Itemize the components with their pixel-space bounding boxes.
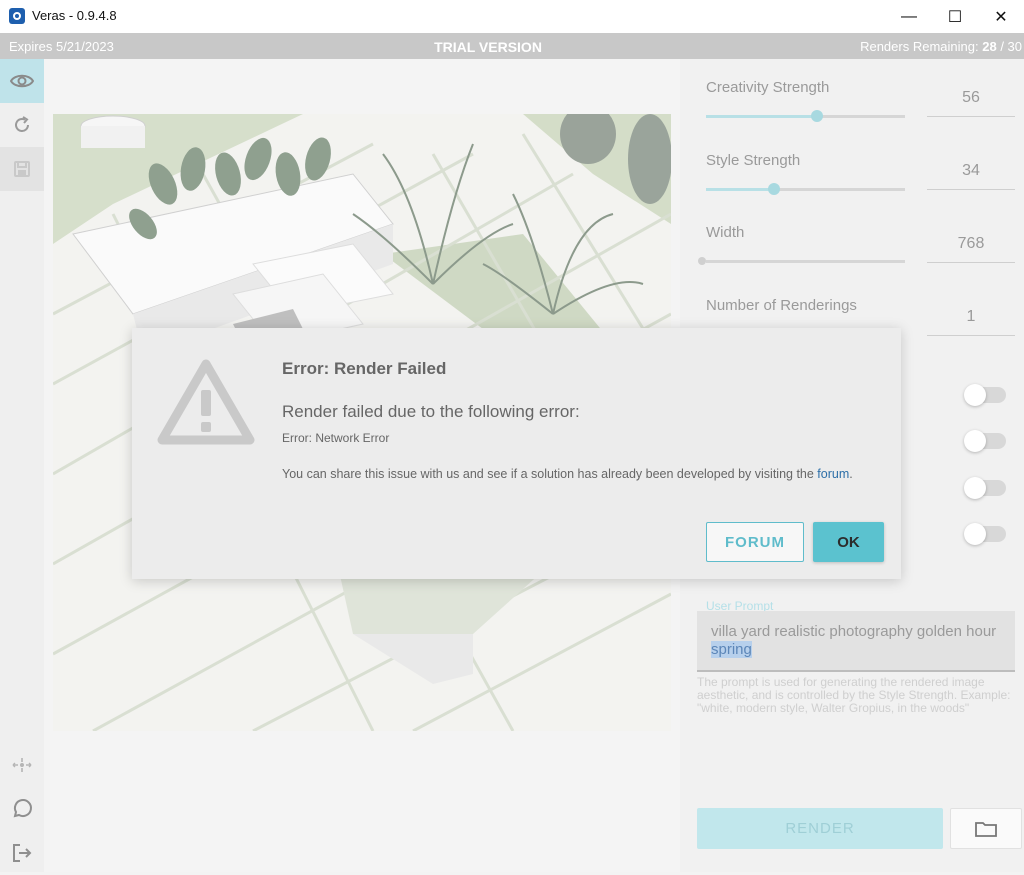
- exit-button[interactable]: [0, 831, 44, 875]
- view-button[interactable]: [0, 59, 44, 103]
- creativity-strength-slider[interactable]: [706, 110, 905, 122]
- close-button[interactable]: ✕: [978, 0, 1024, 33]
- forum-button[interactable]: FORUM: [706, 522, 804, 562]
- user-prompt-text: villa yard realistic photography golden …: [711, 623, 997, 640]
- refresh-icon: [15, 116, 29, 132]
- user-prompt-selection: spring: [711, 641, 752, 658]
- open-folder-button[interactable]: [950, 808, 1022, 849]
- style-strength-slider[interactable]: [706, 183, 905, 195]
- number-of-renderings-value[interactable]: 1: [927, 308, 1015, 336]
- number-of-renderings-label: Number of Renderings: [706, 297, 857, 314]
- app-logo-icon: [9, 8, 25, 24]
- forum-link[interactable]: forum: [817, 467, 849, 481]
- refresh-button[interactable]: [0, 103, 44, 147]
- renders-used: 28: [982, 39, 997, 54]
- maximize-button[interactable]: ☐: [932, 0, 978, 33]
- renders-total: / 30: [1000, 39, 1022, 54]
- renders-remaining-label: Renders Remaining:: [860, 39, 979, 54]
- window-title: Veras - 0.9.4.8: [32, 8, 117, 23]
- dialog-heading: Render failed due to the following error…: [282, 402, 580, 421]
- title-bar: Veras - 0.9.4.8 — ☐ ✕: [0, 0, 1024, 33]
- move-icon: [12, 758, 32, 772]
- option-toggle-2[interactable]: [964, 430, 1006, 452]
- dialog-error-detail: Error: Network Error: [282, 431, 390, 445]
- slider-thumb[interactable]: [767, 183, 780, 195]
- save-button[interactable]: [0, 147, 44, 191]
- option-toggle-3[interactable]: [964, 477, 1006, 499]
- width-label: Width: [706, 224, 745, 241]
- minimize-button[interactable]: —: [886, 0, 932, 33]
- trial-bar: Expires 5/21/2023 TRIAL VERSION Renders …: [0, 33, 1024, 59]
- dialog-message-text: You can share this issue with us and see…: [282, 467, 818, 481]
- slider-thumb[interactable]: [698, 257, 706, 265]
- creativity-strength-value[interactable]: 56: [927, 89, 1015, 117]
- ok-button[interactable]: OK: [813, 522, 884, 562]
- style-strength-value[interactable]: 34: [927, 162, 1015, 190]
- dialog-message: You can share this issue with us and see…: [282, 467, 853, 481]
- dialog-message-end: .: [849, 467, 853, 481]
- save-icon: [14, 161, 30, 177]
- option-toggle-1[interactable]: [964, 384, 1006, 406]
- trial-version-label: TRIAL VERSION: [434, 39, 542, 55]
- slider-fill: [706, 115, 818, 118]
- slider-fill: [706, 188, 774, 191]
- feedback-button[interactable]: [0, 787, 44, 831]
- width-slider[interactable]: [698, 257, 905, 265]
- warning-icon: [157, 359, 255, 445]
- renders-remaining: Renders Remaining: 28 / 30: [860, 39, 1022, 54]
- exit-icon: [13, 844, 32, 862]
- left-toolbar: [0, 59, 44, 872]
- option-toggle-4[interactable]: [964, 523, 1006, 545]
- render-button[interactable]: RENDER: [697, 808, 943, 849]
- slider-thumb[interactable]: [811, 110, 824, 122]
- user-prompt-input[interactable]: villa yard realistic photography golden …: [697, 611, 1015, 672]
- width-value[interactable]: 768: [927, 235, 1015, 263]
- user-prompt-help: The prompt is used for generating the re…: [697, 675, 1011, 715]
- style-strength-label: Style Strength: [706, 152, 801, 169]
- chat-icon: [13, 799, 32, 818]
- eye-icon: [10, 74, 34, 88]
- dialog-title: Error: Render Failed: [282, 359, 447, 378]
- folder-icon: [975, 821, 997, 837]
- creativity-strength-label: Creativity Strength: [706, 79, 830, 96]
- pan-button[interactable]: [0, 743, 44, 787]
- error-dialog: Error: Render Failed Render failed due t…: [132, 328, 901, 579]
